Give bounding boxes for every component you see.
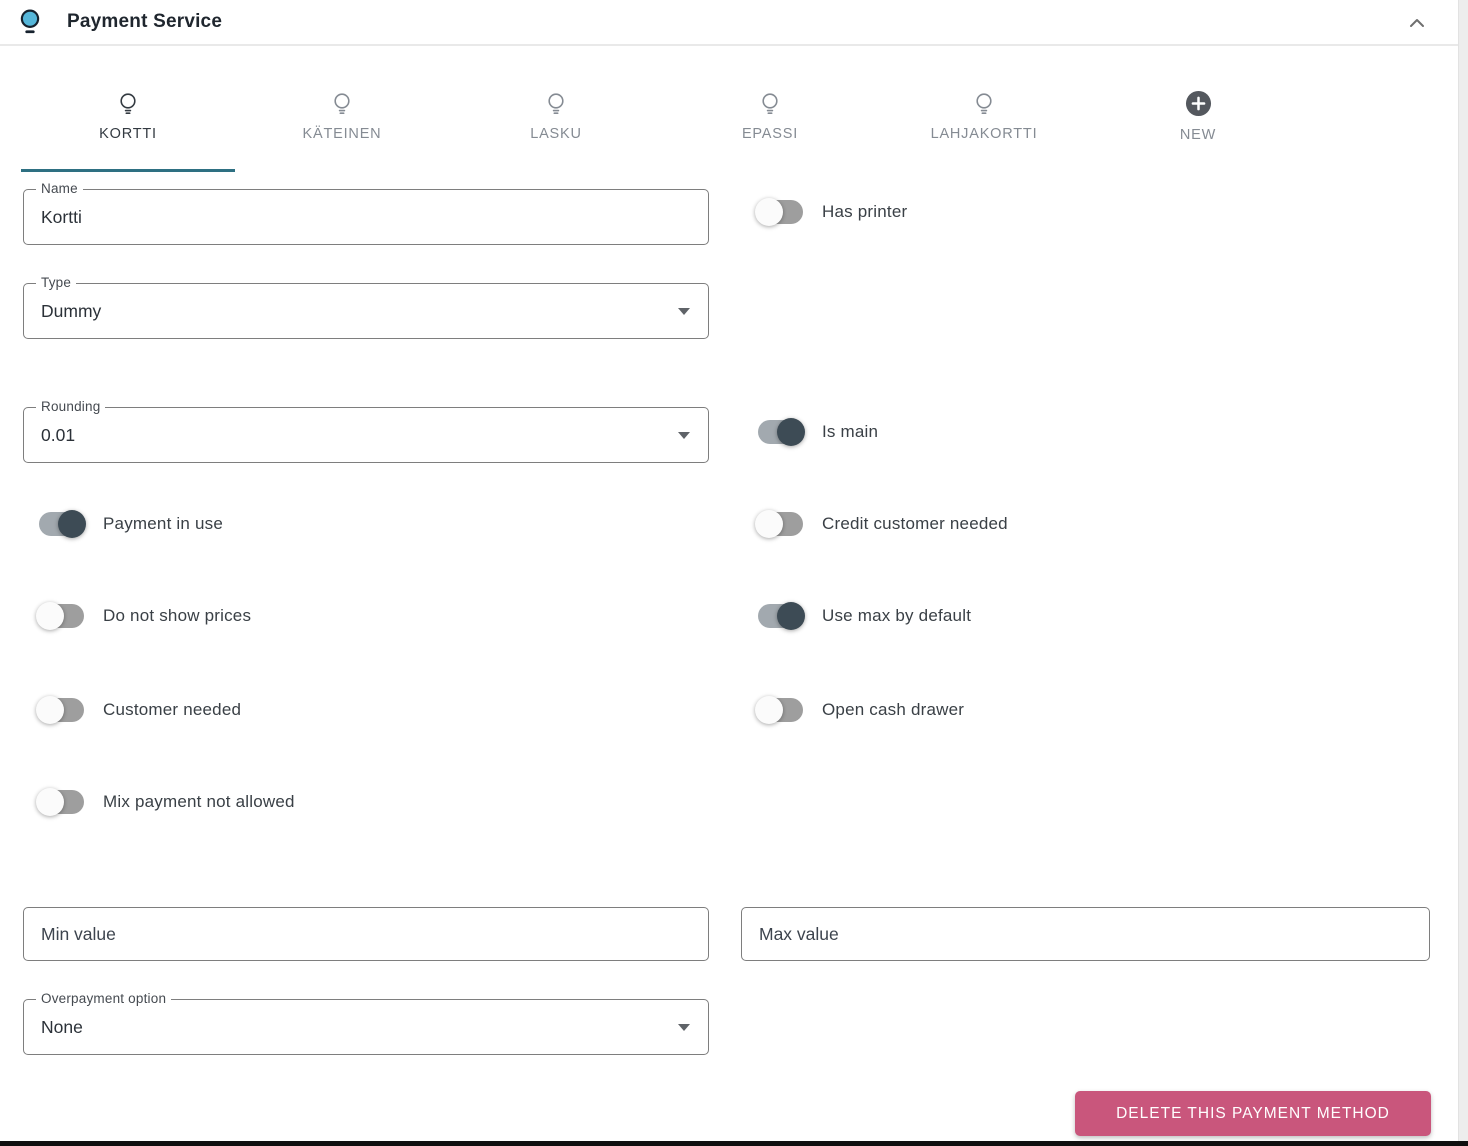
switch[interactable] [36,787,86,817]
delete-payment-method-button[interactable]: DELETE THIS PAYMENT METHOD [1075,1091,1431,1136]
overpayment-option-select[interactable]: Overpayment option None [23,991,709,1055]
type-select-value: Dummy [41,300,102,321]
tab-epassi[interactable]: EPASSI [663,80,877,172]
name-input[interactable] [24,190,708,244]
switch[interactable] [36,509,86,539]
page-title: Payment Service [67,11,223,32]
switch-thumb [777,602,805,630]
plus-circle-icon [1185,90,1211,117]
switch-thumb [36,602,64,630]
min-value-input[interactable] [24,908,708,960]
tab-label: LASKU [530,126,582,142]
toggle-label: Mix payment not allowed [103,792,295,811]
toggle-credit-customer-needed[interactable]: Credit customer needed [755,509,1008,539]
toggle-label: Is main [822,422,879,441]
rounding-select[interactable]: Rounding 0.01 [23,399,709,463]
switch[interactable] [755,695,805,725]
switch-thumb [36,788,64,816]
toggle-label: Has printer [822,202,908,221]
chevron-up-icon [1410,19,1424,27]
payment-method-tabs: KORTTI KÄTEINEN LASKU EPASSI LAHJAKORTTI… [21,80,1305,172]
switch-thumb [58,510,86,538]
toggle-label: Do not show prices [103,606,252,625]
lightbulb-icon [334,93,350,114]
lightbulb-icon [762,93,778,114]
tab-lasku[interactable]: LASKU [449,80,663,172]
tab-label: KORTTI [99,126,157,142]
toggle-label: Customer needed [103,700,242,719]
switch-thumb [777,418,805,446]
switch[interactable] [755,601,805,631]
rounding-select-label: Rounding [36,399,106,414]
switch[interactable] [755,509,805,539]
switch-thumb [755,198,783,226]
toggle-label: Open cash drawer [822,700,965,719]
tab-label: NEW [1179,127,1217,143]
lightbulb-icon [548,93,564,114]
switch-thumb [755,510,783,538]
name-field-label: Name [36,181,83,196]
max-value-input[interactable] [742,908,1429,960]
payment-service-page: Payment Service KORTTI KÄTEINEN LASKU EP… [0,0,1468,1146]
toggle-open-cash-drawer[interactable]: Open cash drawer [755,695,964,725]
name-field: Name [23,181,709,245]
toggle-is-main[interactable]: Is main [755,417,878,447]
lightbulb-icon [976,93,992,114]
type-select-label: Type [36,275,77,290]
tab-label: KÄTEINEN [302,126,382,142]
toggle-payment-in-use[interactable]: Payment in use [36,509,223,539]
toggle-customer-needed[interactable]: Customer needed [36,695,241,725]
lightbulb-icon [20,9,40,34]
type-select[interactable]: Type Dummy [23,275,709,339]
switch-thumb [755,696,783,724]
toggle-use-max-by-default[interactable]: Use max by default [755,601,971,631]
active-tab-indicator [21,169,235,172]
max-value-field [741,907,1430,961]
tab-lahjakortti[interactable]: LAHJAKORTTI [877,80,1091,172]
toggle-do-not-show-prices[interactable]: Do not show prices [36,601,251,631]
window-bottom-edge [0,1141,1468,1146]
header: Payment Service [0,0,1458,46]
switch[interactable] [36,695,86,725]
scrollbar-track[interactable] [1458,0,1468,1146]
tab-new[interactable]: NEW [1091,80,1305,172]
rounding-select-value: 0.01 [41,424,76,445]
tab-label: LAHJAKORTTI [930,126,1038,142]
lightbulb-icon [120,93,136,114]
tab-kortti[interactable]: KORTTI [21,80,235,172]
switch[interactable] [755,197,805,227]
min-value-field [23,907,709,961]
toggle-mix-payment-not-allowed[interactable]: Mix payment not allowed [36,787,295,817]
switch-thumb [36,696,64,724]
overpayment-option-label: Overpayment option [36,991,172,1006]
collapse-button[interactable] [1404,10,1430,36]
switch[interactable] [36,601,86,631]
overpayment-option-value: None [41,1016,83,1037]
toggle-label: Payment in use [103,514,223,533]
toggle-label: Credit customer needed [822,514,1008,533]
toggle-label: Use max by default [822,606,972,625]
switch[interactable] [755,417,805,447]
toggle-has-printer[interactable]: Has printer [755,197,907,227]
tab-kateinen[interactable]: KÄTEINEN [235,80,449,172]
tab-label: EPASSI [741,126,799,142]
